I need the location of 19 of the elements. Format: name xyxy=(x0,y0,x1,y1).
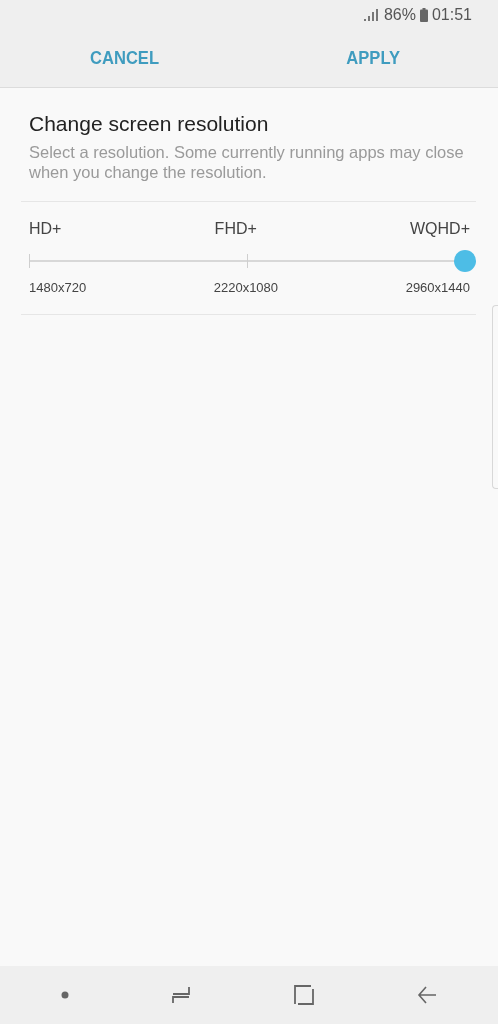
dialog-title: Change screen resolution xyxy=(29,112,270,136)
description-text: Select a resolution. Some currently running apps may close when you change the resolution. xyxy=(29,142,465,182)
edge-panel-handle[interactable] xyxy=(492,305,498,489)
resolution-label: FHD+ xyxy=(214,220,257,238)
battery-percentage: 86% xyxy=(383,6,416,24)
recent-apps-icon[interactable] xyxy=(169,984,192,1006)
resolution-value: 1480x720 xyxy=(29,280,87,295)
resolution-label: HD+ xyxy=(29,220,62,238)
resolution-value: 2960x1440 xyxy=(405,280,470,295)
dot-icon[interactable] xyxy=(60,991,69,999)
resolution-label: WQHD+ xyxy=(410,220,470,238)
action-button[interactable]: CANCEL xyxy=(84,44,165,73)
home-icon[interactable] xyxy=(292,984,315,1006)
signal-icon xyxy=(363,9,378,21)
battery-icon xyxy=(419,8,428,22)
action-button[interactable]: APPLY xyxy=(341,44,406,73)
clock: 01:51 xyxy=(431,6,472,24)
back-arrow-icon[interactable] xyxy=(415,984,438,1006)
resolution-value: 2220x1080 xyxy=(213,280,279,295)
